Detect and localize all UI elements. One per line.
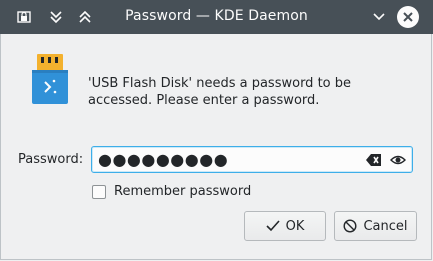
show-password-icon[interactable] [390,153,406,171]
close-button[interactable] [396,5,420,29]
cancel-icon [343,219,357,233]
remember-password-checkbox[interactable] [92,184,106,199]
remember-password-label: Remember password [114,184,252,199]
cancel-button-label: Cancel [363,218,408,234]
dialog-message: 'USB Flash Disk' needs a password to be … [88,76,351,108]
close-icon [397,6,419,28]
cancel-button[interactable]: Cancel [334,211,417,241]
password-value: ●●●●●●●●● [98,150,229,169]
checkmark-icon [266,220,280,232]
remember-password-option[interactable]: Remember password [92,184,251,199]
titlebar: Password — KDE Daemon [0,0,433,34]
ok-button[interactable]: OK [244,211,326,241]
ok-button-label: OK [285,218,305,234]
minimize-icon[interactable] [367,5,391,29]
password-label: Password: [18,152,84,167]
usb-flash-disk-icon [32,52,68,108]
clear-text-icon[interactable] [366,153,382,171]
password-field[interactable]: ●●●●●●●●● [91,146,413,173]
